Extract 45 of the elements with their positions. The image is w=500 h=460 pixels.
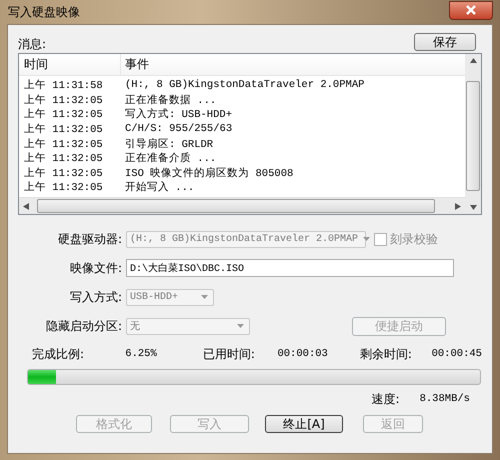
event-cell-text: 正在准备介质 ... — [124, 151, 216, 166]
time-cell-text: 上午 11:31:58 — [23, 78, 104, 92]
write-mode-label: 写入方式: — [68, 288, 122, 306]
time-cell-text: 上午 11:32:05 — [23, 137, 104, 151]
save-button[interactable]: 保存 — [414, 33, 476, 51]
window-title: 写入硬盘映像 — [7, 4, 80, 20]
percent-label: 完成比例: — [32, 346, 86, 362]
remaining-label: 剩余时间: — [360, 346, 413, 362]
image-file-label: 映像文件: — [68, 260, 122, 276]
dialog-button[interactable]: 终止[A] — [265, 415, 343, 433]
caret-icon — [237, 324, 244, 328]
scroll-down-icon[interactable] — [470, 205, 476, 210]
caret-icon — [363, 237, 370, 241]
hidden-partition-label: 隐藏启动分区: — [44, 318, 122, 334]
percent-value: 6.25% — [125, 348, 158, 360]
scroll-up-icon[interactable] — [470, 58, 476, 63]
time-cell-text: 上午 11:32:05 — [23, 166, 104, 180]
horizontal-scrollbar[interactable] — [19, 197, 465, 214]
event-cell-text: 开始写入 ... — [124, 180, 194, 194]
speed-value: 8.38MB/s — [420, 393, 470, 405]
time-cell-text: 上午 11:32:05 — [23, 107, 104, 122]
caret-icon — [201, 295, 208, 299]
event-cell-text: 正在准备数据 ... — [124, 94, 216, 107]
event-cell-text: 写入方式: USB-HDD+ — [124, 107, 232, 122]
drive-label: 硬盘驱动器: — [56, 230, 122, 248]
event-cell-text: C/H/S: 955/255/63 — [124, 123, 232, 136]
elapsed-label: 已用时间: — [202, 346, 256, 362]
event-cell-text: ISO 映像文件的扇区数为 805008 — [124, 166, 294, 180]
speed-label: 速度: — [372, 390, 400, 408]
time-cell-text: 上午 11:32:05 — [23, 180, 104, 194]
scroll-right-icon[interactable] — [455, 202, 461, 210]
messages-label: 消息: — [18, 36, 46, 53]
time-cell-text: 上午 11:32:05 — [23, 151, 104, 166]
scroll-left-icon[interactable] — [23, 202, 29, 210]
vertical-scrollbar[interactable] — [465, 54, 481, 214]
close-icon — [465, 5, 477, 15]
remaining-value: 00:00:45 — [432, 348, 482, 360]
image-file-field[interactable]: D:\大白菜ISO\DBC.ISO — [126, 259, 454, 277]
elapsed-value: 00:00:03 — [277, 348, 329, 360]
column-header[interactable]: 时间 — [19, 54, 120, 75]
event-cell-text: 引导扇区: GRLDR — [124, 137, 214, 151]
close-button[interactable] — [449, 0, 493, 20]
time-cell-text: 上午 11:32:05 — [23, 122, 104, 136]
event-cell-text: (H:, 8 GB)KingstonDataTraveler 2.0PMAP — [124, 79, 364, 92]
time-cell-text: 上午 11:32:05 — [23, 93, 104, 107]
